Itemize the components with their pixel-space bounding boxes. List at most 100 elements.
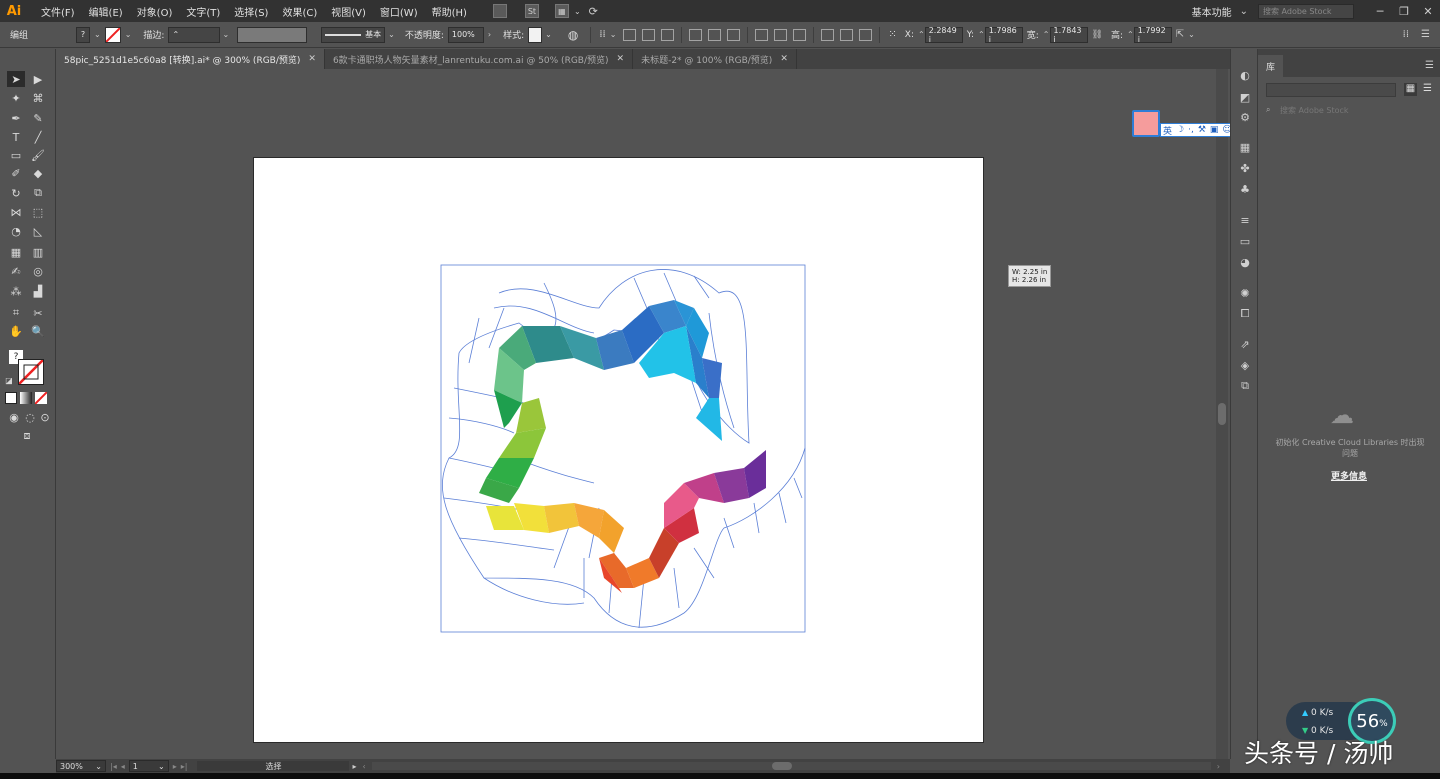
artboard[interactable]: [253, 157, 984, 743]
align-to-icon[interactable]: ⁞⁞: [599, 29, 605, 40]
artboard-number-select[interactable]: 1 ⌄: [128, 760, 169, 772]
wrench-icon[interactable]: ⚒: [1198, 125, 1206, 135]
symbol-sprayer-tool-icon[interactable]: ⁂: [7, 283, 25, 299]
link-icon[interactable]: ⛓: [1092, 30, 1103, 40]
slice-tool-icon[interactable]: ✂: [29, 305, 47, 321]
close-button[interactable]: ✕: [1416, 5, 1440, 18]
layers-icon[interactable]: ◈: [1238, 359, 1252, 372]
menu-help[interactable]: 帮助(H): [425, 4, 474, 19]
more-info-link[interactable]: 更多信息: [1258, 469, 1440, 482]
menu-select[interactable]: 选择(S): [227, 4, 275, 19]
menu-view[interactable]: 视图(V): [324, 4, 373, 19]
symbols-icon[interactable]: ♣: [1238, 183, 1252, 196]
selection-tool-icon[interactable]: ➤: [7, 71, 25, 87]
align-top-icon[interactable]: [689, 28, 703, 41]
transparency-icon[interactable]: ◕: [1238, 256, 1252, 269]
panel-menu-icon[interactable]: ☰: [1425, 60, 1440, 77]
stroke-weight-field[interactable]: ⌃: [168, 26, 221, 43]
clipboard-icon[interactable]: ▣: [1210, 125, 1219, 135]
gradient-panel-icon[interactable]: ▭: [1238, 235, 1252, 248]
prev-page-icon[interactable]: ◂: [121, 762, 125, 771]
eyedropper-tool-icon[interactable]: ✍: [7, 263, 25, 279]
menu-file[interactable]: 文件(F): [34, 4, 82, 19]
width-tool-icon[interactable]: ⋈: [7, 204, 25, 220]
graph-tool-icon[interactable]: ▟: [29, 283, 47, 299]
gradient-tool-icon[interactable]: ▥: [29, 244, 47, 260]
distribute-v-center-icon[interactable]: [774, 28, 788, 41]
hand-tool-icon[interactable]: ✋: [7, 323, 25, 339]
rectangle-tool-icon[interactable]: ▭: [7, 147, 25, 163]
list-view-icon[interactable]: ☰: [1421, 83, 1434, 96]
graphic-styles-icon[interactable]: ✺: [1238, 287, 1252, 300]
panel-menu-icon[interactable]: ☰: [1421, 29, 1430, 40]
shape-builder-tool-icon[interactable]: ◔: [7, 223, 25, 239]
distribute-top-icon[interactable]: [755, 28, 769, 41]
lasso-tool-icon[interactable]: ⌘: [29, 90, 47, 106]
artboard-tool-icon[interactable]: ⌗: [7, 305, 25, 321]
brush-definition[interactable]: 基本: [321, 26, 386, 43]
appearance-icon[interactable]: ⚙: [1238, 111, 1252, 124]
library-search-input[interactable]: ⌕ 搜索 Adobe Stock: [1264, 105, 1434, 119]
canvas-area[interactable]: W: 2.25 in H: 2.26 in: [56, 69, 1230, 759]
opacity-input[interactable]: 100%: [447, 26, 484, 43]
perspective-grid-tool-icon[interactable]: ◺: [29, 223, 47, 239]
stroke-color-box[interactable]: [18, 359, 44, 385]
none-mode-icon[interactable]: [35, 392, 47, 404]
pen-tool-icon[interactable]: ✒: [7, 110, 25, 126]
workspace-switcher[interactable]: 基本功能: [1184, 4, 1240, 19]
bridge-icon[interactable]: [492, 4, 507, 18]
align-v-center-icon[interactable]: [708, 28, 722, 41]
zoom-tool-icon[interactable]: 🔍: [29, 323, 47, 339]
tab-document-2[interactable]: 6款卡通职场人物矢量素材_lanrentuku.com.ai @ 50% (RG…: [325, 49, 634, 69]
properties-icon[interactable]: ◩: [1238, 91, 1252, 104]
width-input[interactable]: 1.7843 i: [1049, 26, 1088, 44]
fill-swatch[interactable]: ?: [76, 26, 90, 43]
align-left-icon[interactable]: [623, 28, 637, 41]
free-transform-tool-icon[interactable]: ⬚: [29, 204, 47, 220]
moon-icon[interactable]: ☽: [1176, 125, 1184, 135]
line-tool-icon[interactable]: ╱: [29, 129, 47, 145]
color-mode-icon[interactable]: [5, 392, 17, 404]
eraser-tool-icon[interactable]: ◆: [29, 165, 47, 181]
isolate-icon[interactable]: ⁞⁞: [1403, 29, 1409, 40]
export-icon[interactable]: ⇗: [1238, 338, 1252, 351]
rotate-tool-icon[interactable]: ↻: [7, 185, 25, 201]
scroll-thumb[interactable]: [771, 762, 792, 770]
curvature-tool-icon[interactable]: ✎: [29, 110, 47, 126]
default-colors-icon[interactable]: ◪: [4, 375, 14, 385]
color-guide-icon[interactable]: ◐: [1238, 69, 1252, 82]
ime-lang-label[interactable]: 英: [1163, 124, 1172, 137]
arrange-documents-icon[interactable]: ▦: [554, 4, 569, 18]
blend-tool-icon[interactable]: ◎: [29, 263, 47, 279]
type-tool-icon[interactable]: T: [7, 129, 25, 145]
next-page-icon[interactable]: ▸: [173, 762, 177, 771]
scroll-right-icon[interactable]: ›: [1217, 762, 1220, 771]
vertical-scrollbar[interactable]: [1216, 69, 1228, 759]
brushes-icon[interactable]: ✤: [1238, 162, 1252, 175]
close-icon[interactable]: ✕: [308, 54, 316, 64]
distribute-h-center-icon[interactable]: [840, 28, 854, 41]
restore-button[interactable]: ❐: [1392, 5, 1416, 18]
scroll-left-icon[interactable]: ‹: [362, 762, 365, 771]
transform-icon[interactable]: ⇱: [1176, 29, 1184, 40]
scale-tool-icon[interactable]: ⧉: [29, 185, 47, 201]
tab-libraries[interactable]: 库: [1258, 55, 1284, 77]
draw-inside-icon[interactable]: ⊙: [36, 409, 54, 425]
tab-document-3[interactable]: 未标题-2* @ 100% (RGB/预览) ✕: [633, 49, 797, 69]
ime-avatar[interactable]: [1132, 110, 1160, 137]
links-icon[interactable]: ⧉: [1238, 379, 1252, 392]
stock-icon[interactable]: St: [524, 4, 539, 18]
stock-search-input[interactable]: 搜索 Adobe Stock: [1258, 3, 1354, 19]
y-position-input[interactable]: 1.7986 i: [984, 26, 1023, 44]
magic-wand-tool-icon[interactable]: ✦: [7, 90, 25, 106]
stroke-panel-icon[interactable]: ≡: [1238, 214, 1252, 227]
grid-view-icon[interactable]: ▦: [1404, 83, 1417, 96]
align-right-icon[interactable]: [661, 28, 675, 41]
last-page-icon[interactable]: ▸|: [181, 762, 188, 771]
status-info[interactable]: 选择: [197, 761, 350, 771]
status-menu-icon[interactable]: ▸: [352, 762, 356, 771]
horizontal-scrollbar[interactable]: [371, 762, 1211, 770]
ime-toolbar[interactable]: 英 ☽ ·, ⚒ ▣ ☺: [1132, 110, 1235, 137]
gpu-performance-icon[interactable]: ⟳: [589, 5, 598, 18]
graphic-style-swatch[interactable]: [528, 26, 543, 43]
